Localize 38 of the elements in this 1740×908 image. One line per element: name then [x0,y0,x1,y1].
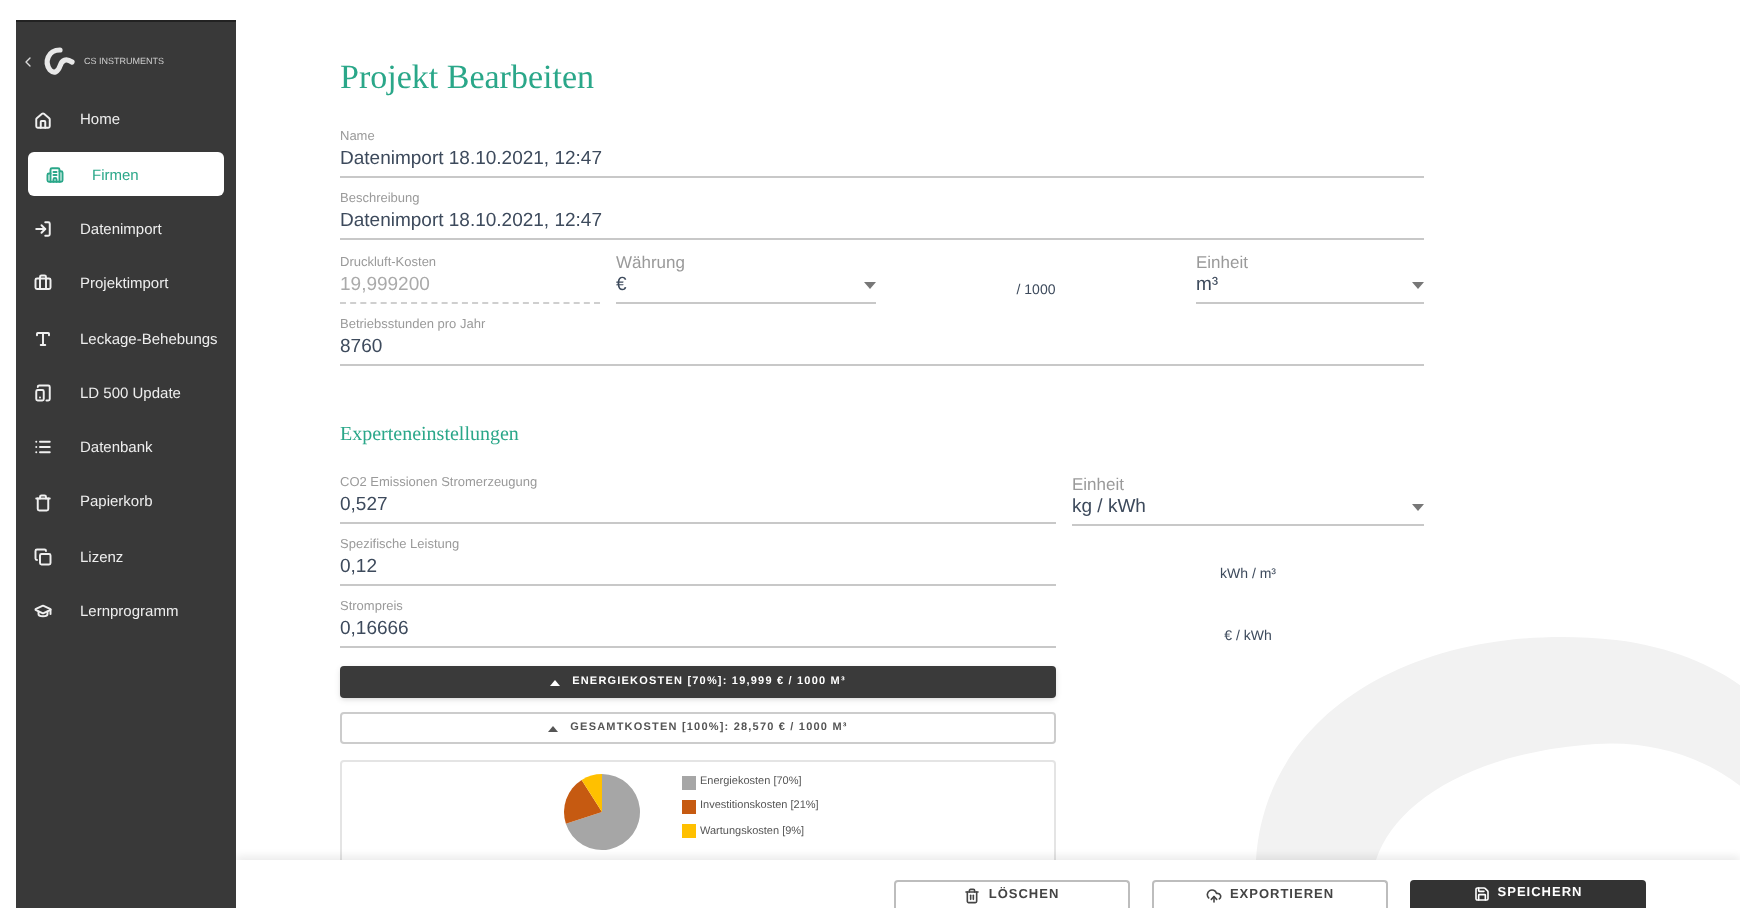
save-icon [1473,886,1490,902]
home-icon [34,111,52,129]
cloud-upload-icon [1205,887,1222,903]
briefcase-icon [34,274,52,293]
field-label: Einheit [1196,252,1250,272]
field-value: 0,527 [340,492,390,518]
caret-icon [1412,503,1424,511]
select-field[interactable]: Einheit m³ [1196,252,1424,304]
triangle-up-icon [548,725,559,731]
field-value: m³ [1196,272,1219,298]
logo-icon [42,46,78,78]
field-value: 19,999200 [340,272,432,298]
field-value: 0,12 [340,554,379,580]
graduation-cap-icon [34,602,52,621]
caret-icon [864,281,876,289]
field-value: Datenimport 18.10.2021, 12:47 [340,208,604,234]
select-field[interactable]: Währung € [616,252,876,304]
copy-icon [34,547,52,566]
import-icon [34,220,52,239]
text-icon [34,329,52,348]
chevron-left-icon[interactable] [20,54,36,70]
field-value: 0,16666 [340,616,411,642]
trash-icon [964,887,981,903]
field-value: 8760 [340,334,385,360]
caret-icon [1412,281,1424,289]
list-icon [34,438,52,457]
field-label: Einheit [1072,474,1126,494]
tablet-icon [34,383,52,402]
trash-icon [34,493,52,512]
buildings-icon [46,165,64,184]
field-value: Datenimport 18.10.2021, 12:47 [340,146,604,172]
page-title: Projekt Bearbeiten [340,56,596,100]
field-value: € [616,272,627,298]
triangle-up-icon [550,679,561,685]
field-label: Währung [616,252,687,272]
select-field[interactable]: Einheit kg / kWh [1072,474,1424,526]
field-value: kg / kWh [1072,494,1146,520]
section-title: Experteneinstellungen [340,422,521,450]
